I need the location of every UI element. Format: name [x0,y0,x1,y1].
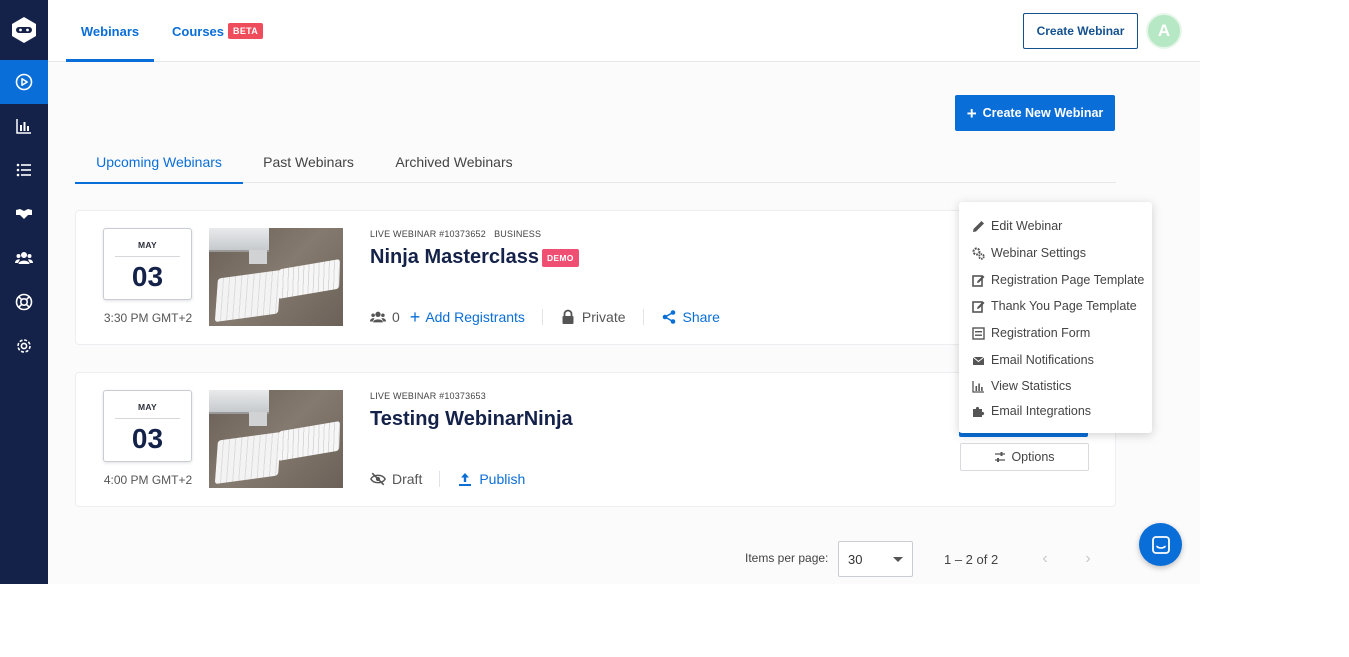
users-icon [15,252,33,264]
sidebar-item-analytics[interactable] [0,104,48,148]
previous-page-button[interactable]: ‹ [1038,550,1052,567]
create-new-webinar-label: Create New Webinar [982,106,1104,120]
date-month: MAY [137,240,157,250]
ninja-logo-icon[interactable] [0,0,48,60]
create-new-webinar-button[interactable]: + Create New Webinar [955,95,1115,131]
date-month: MAY [137,402,157,412]
registrants-count: 0 [370,309,400,325]
menu-item-email-notifications[interactable]: Email Notifications [959,347,1152,373]
users-icon [370,311,386,323]
gear-icon [17,339,31,353]
tab-upcoming-webinars[interactable]: Upcoming Webinars [75,140,243,184]
create-webinar-button[interactable]: Create Webinar [1023,13,1138,49]
options-button[interactable]: Options [960,443,1089,471]
date-box: MAY 03 [103,390,192,462]
menu-item-email-integrations[interactable]: Email Integrations [959,398,1152,424]
share-link[interactable]: Share [661,309,720,325]
menu-item-thank-you-page-template[interactable]: Thank You Page Template [959,293,1152,319]
tab-archived-webinars[interactable]: Archived Webinars [374,140,534,183]
webinar-thumbnail[interactable] [209,390,343,488]
tab-courses[interactable]: Courses BETA [172,0,264,62]
sliders-icon [995,452,1006,462]
webinar-title-text: Testing WebinarNinja [370,408,573,430]
date-day: 03 [131,423,164,454]
envelope-icon [972,356,985,365]
bar-chart-icon [972,380,984,393]
sidebar [0,0,48,584]
date-day: 03 [131,261,164,292]
sidebar-item-users[interactable] [0,236,48,280]
tab-webinars[interactable]: Webinars [66,0,154,62]
next-page-button[interactable]: › [1081,550,1095,567]
webinar-title[interactable]: Ninja Masterclass DEMO [370,246,579,269]
webinar-actions: 0 + Add Registrants Private Share [370,308,720,326]
menu-item-registration-form[interactable]: Registration Form [959,320,1152,346]
handshake-icon [16,209,32,219]
pagination-range: 1 – 2 of 2 [944,552,999,567]
tab-courses-label: Courses [172,23,225,39]
sidebar-item-partners[interactable] [0,192,48,236]
lifebuoy-icon [15,293,33,311]
webinar-subtabs: Upcoming Webinars Past Webinars Archived… [75,140,1116,184]
items-per-page-label: Items per page: [745,551,829,565]
plus-icon: + [966,103,977,123]
pencil-icon [973,220,984,232]
app: Webinars Courses BETA Create Webinar A +… [0,0,1200,584]
chevron-left-icon: ‹ [1042,550,1048,567]
edit-icon [972,300,985,313]
webinar-time: 3:30 PM GMT+2 [103,311,193,325]
webinar-meta: LIVE WEBINAR #10373653 [370,391,486,401]
beta-badge: BETA [228,23,264,39]
list-icon [16,163,31,177]
sidebar-item-settings[interactable] [0,324,48,368]
eye-slash-icon [370,472,386,486]
sidebar-item-list[interactable] [0,148,48,192]
webinar-title[interactable]: Testing WebinarNinja [370,408,573,431]
privacy-status[interactable]: Private [560,309,626,325]
top-bar: Webinars Courses BETA Create Webinar A [48,0,1200,62]
form-icon [972,326,985,340]
menu-item-view-statistics[interactable]: View Statistics [959,373,1152,399]
items-per-page-select[interactable]: 30 [838,541,913,577]
lock-icon [562,309,574,324]
webinar-thumbnail[interactable] [209,228,343,326]
tab-past-webinars[interactable]: Past Webinars [243,140,374,183]
chevron-right-icon: › [1085,550,1091,567]
date-box: MAY 03 [103,228,192,300]
draft-status: Draft [370,471,422,487]
webinar-time: 4:00 PM GMT+2 [103,473,193,487]
puzzle-icon [973,406,985,417]
menu-item-edit-webinar[interactable]: Edit Webinar [959,213,1152,239]
plus-icon: + [409,307,421,327]
cogs-icon [972,247,985,260]
webinar-meta: LIVE WEBINAR #10373652 BUSINESS [370,229,542,239]
webinar-title-text: Ninja Masterclass [370,246,539,268]
play-circle-icon [15,73,33,91]
edit-icon [972,274,985,287]
options-dropdown-menu: Edit Webinar Webinar Settings Registrati… [959,202,1152,433]
publish-link[interactable]: Publish [457,471,525,487]
upload-icon [459,473,472,486]
demo-badge: DEMO [541,248,579,267]
bar-chart-icon [16,119,31,134]
sidebar-item-support[interactable] [0,280,48,324]
caret-down-icon [893,557,903,562]
menu-item-webinar-settings[interactable]: Webinar Settings [959,240,1152,266]
avatar[interactable]: A [1146,13,1182,49]
chat-launcher-button[interactable] [1139,523,1182,566]
tab-webinars-label: Webinars [80,23,140,39]
menu-item-registration-page-template[interactable]: Registration Page Template [959,267,1152,293]
webinar-actions: Draft Publish [370,470,525,488]
sidebar-item-webinars[interactable] [0,60,48,104]
add-registrants-link[interactable]: + Add Registrants [410,308,525,326]
chat-icon [1151,535,1170,554]
share-icon [662,310,675,324]
